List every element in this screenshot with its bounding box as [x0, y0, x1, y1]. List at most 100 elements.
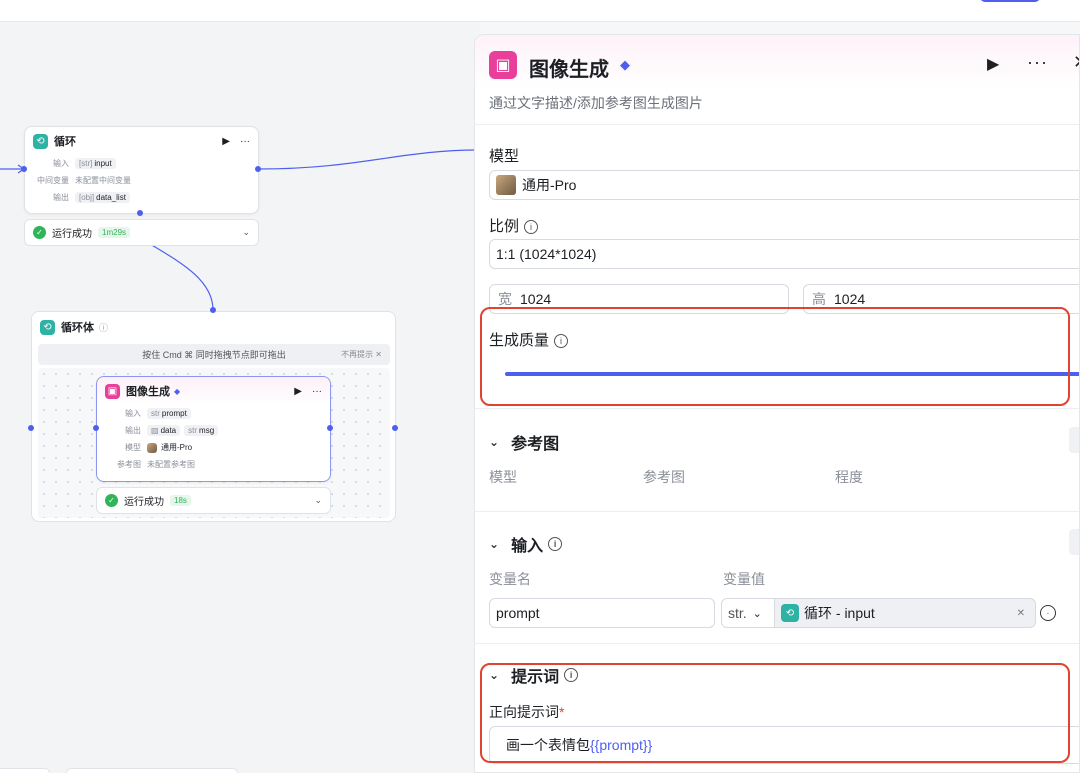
info-icon[interactable]: i [524, 220, 539, 235]
clear-icon[interactable]: ✕ [1017, 608, 1025, 619]
panel-title: 图像生成 [529, 59, 609, 81]
model-select[interactable]: 通用-Pro [489, 170, 1079, 200]
run-icon[interactable]: ▶ [222, 136, 230, 147]
image-in-port[interactable] [93, 425, 99, 431]
more-icon[interactable]: ··· [312, 386, 322, 397]
success-icon: ✓ [33, 226, 46, 239]
loop-node-title: 循环 [54, 136, 76, 148]
loop-body-port[interactable] [137, 210, 143, 216]
publish-button[interactable] [980, 0, 1040, 2]
image-input-label: 输入 [125, 409, 141, 418]
var-name-value: prompt [496, 605, 540, 621]
chevron-down-icon[interactable]: ⌄ [242, 227, 250, 238]
image-output-chip-1: ▨ data [147, 425, 181, 436]
gem-icon: ◆ [174, 386, 181, 396]
var-value-ref[interactable]: ⟲ 循环 - input ✕ [774, 598, 1036, 628]
chevron-down-icon[interactable]: ⌄ [489, 435, 499, 449]
close-icon[interactable]: ✕ [1073, 52, 1079, 73]
top-toolbar [0, 0, 1080, 22]
loop-body-right-port[interactable] [392, 425, 398, 431]
var-type-value: str. [728, 605, 747, 621]
image-out-port[interactable] [327, 425, 333, 431]
more-icon[interactable]: ··· [240, 136, 250, 147]
model-label: 模型 [489, 148, 520, 165]
loop-body-icon: ⟲ [40, 319, 55, 335]
ratio-label: 比例 i [489, 215, 539, 236]
bottom-control-1[interactable] [0, 768, 50, 773]
loop-output-label: 输出 [53, 193, 69, 202]
image-output-label: 输出 [125, 426, 141, 435]
image-ref-value: 未配置参考图 [147, 460, 195, 469]
loop-body-left-port[interactable] [28, 425, 34, 431]
loop-mid-label: 中间变量 [37, 176, 69, 185]
ref-col-degree: 程度 [835, 469, 863, 485]
prompt-highlight-box [480, 663, 1070, 763]
image-output-chip-2: str msg [184, 425, 219, 436]
loop-body-title: 循环体 [61, 322, 94, 334]
image-ref-label: 参考图 [117, 460, 141, 469]
add-input-button[interactable] [1069, 529, 1079, 555]
input-col-name: 变量名 [489, 571, 531, 587]
chevron-down-icon[interactable]: ⌄ [489, 537, 499, 551]
image-duration: 18s [170, 495, 191, 506]
ratio-value: 1:1 (1024*1024) [496, 246, 597, 262]
loop-body-top-port[interactable] [210, 307, 216, 313]
reference-section-header[interactable]: ⌄ 参考图 [489, 430, 559, 454]
loop-status-text: 运行成功 [52, 229, 92, 240]
height-value: 1024 [834, 291, 866, 307]
drag-hint-text: 按住 Cmd ⌘ 同时拖拽节点即可拖出 [142, 350, 286, 360]
input-col-value: 变量值 [723, 571, 765, 587]
loop-in-port[interactable] [21, 166, 27, 172]
var-ref-value: 循环 - input [804, 605, 875, 621]
bottom-control-2[interactable] [66, 768, 238, 773]
width-value: 1024 [520, 291, 552, 307]
ref-col-model: 模型 [489, 469, 517, 485]
image-node[interactable]: ▣ 图像生成 ◆ ▶ ··· 输入 str prompt 输出 ▨ data str… [96, 376, 331, 482]
image-model-value: 通用-Pro [161, 443, 193, 452]
image-input-chip: str prompt [147, 408, 191, 419]
loop-out-port[interactable] [255, 166, 261, 172]
image-status-text: 运行成功 [124, 497, 164, 508]
image-icon: ▣ [105, 383, 120, 399]
model-avatar [496, 175, 516, 195]
var-type-select[interactable]: str. ⌄ [721, 598, 775, 628]
success-icon: ✓ [105, 494, 118, 507]
model-avatar [147, 442, 157, 453]
loop-node[interactable]: ⟲ 循环 ▶ ··· 输入 [str] input 中间变量 未配置中间变量 输出… [24, 126, 259, 214]
loop-duration: 1m29s [98, 227, 131, 238]
panel-header: ▣ 图像生成 ◆ ▶ ··· ✕ 通过文字描述/添加参考图生成图片 [475, 35, 1079, 125]
run-button[interactable]: ▶ [987, 54, 999, 74]
run-icon[interactable]: ▶ [294, 386, 302, 397]
ratio-select[interactable]: 1:1 (1024*1024) [489, 239, 1079, 269]
model-value: 通用-Pro [522, 177, 577, 193]
divider [475, 408, 1079, 409]
loop-input-label: 输入 [53, 159, 69, 168]
info-icon[interactable]: i [548, 537, 563, 551]
loop-icon: ⟲ [781, 604, 799, 622]
loop-mid-value: 未配置中间变量 [75, 176, 131, 185]
image-node-title: 图像生成 [126, 386, 170, 398]
width-label: 宽 [498, 291, 512, 307]
divider [475, 511, 1079, 512]
dismiss-hint-button[interactable]: 不再提示 ✕ [341, 349, 382, 360]
image-status[interactable]: ✓ 运行成功 18s ⌄ [96, 487, 331, 514]
image-gen-icon: ▣ [489, 51, 517, 79]
divider [475, 643, 1079, 644]
loop-output-chip: [obj] data_list [75, 192, 130, 203]
ref-col-image: 参考图 [643, 469, 685, 485]
quality-highlight-box [480, 307, 1070, 406]
drag-hint-bar: 按住 Cmd ⌘ 同时拖拽节点即可拖出 不再提示 ✕ [38, 344, 390, 365]
more-options-button[interactable]: ··· [1027, 52, 1048, 73]
image-model-label: 模型 [125, 443, 141, 452]
chevron-down-icon[interactable]: ⌄ [314, 495, 322, 506]
loop-status[interactable]: ✓ 运行成功 1m29s ⌄ [24, 219, 259, 246]
target-icon[interactable]: · [1040, 605, 1056, 621]
loop-input-chip: [str] input [75, 158, 116, 169]
add-reference-button[interactable] [1069, 427, 1079, 453]
var-name-input[interactable]: prompt [489, 598, 715, 628]
gem-icon: ◆ [620, 57, 630, 72]
input-section-header[interactable]: ⌄ 输入 i [489, 532, 563, 556]
info-icon: ⓘ [99, 322, 109, 333]
loop-icon: ⟲ [33, 133, 48, 149]
panel-description: 通过文字描述/添加参考图生成图片 [489, 95, 703, 111]
